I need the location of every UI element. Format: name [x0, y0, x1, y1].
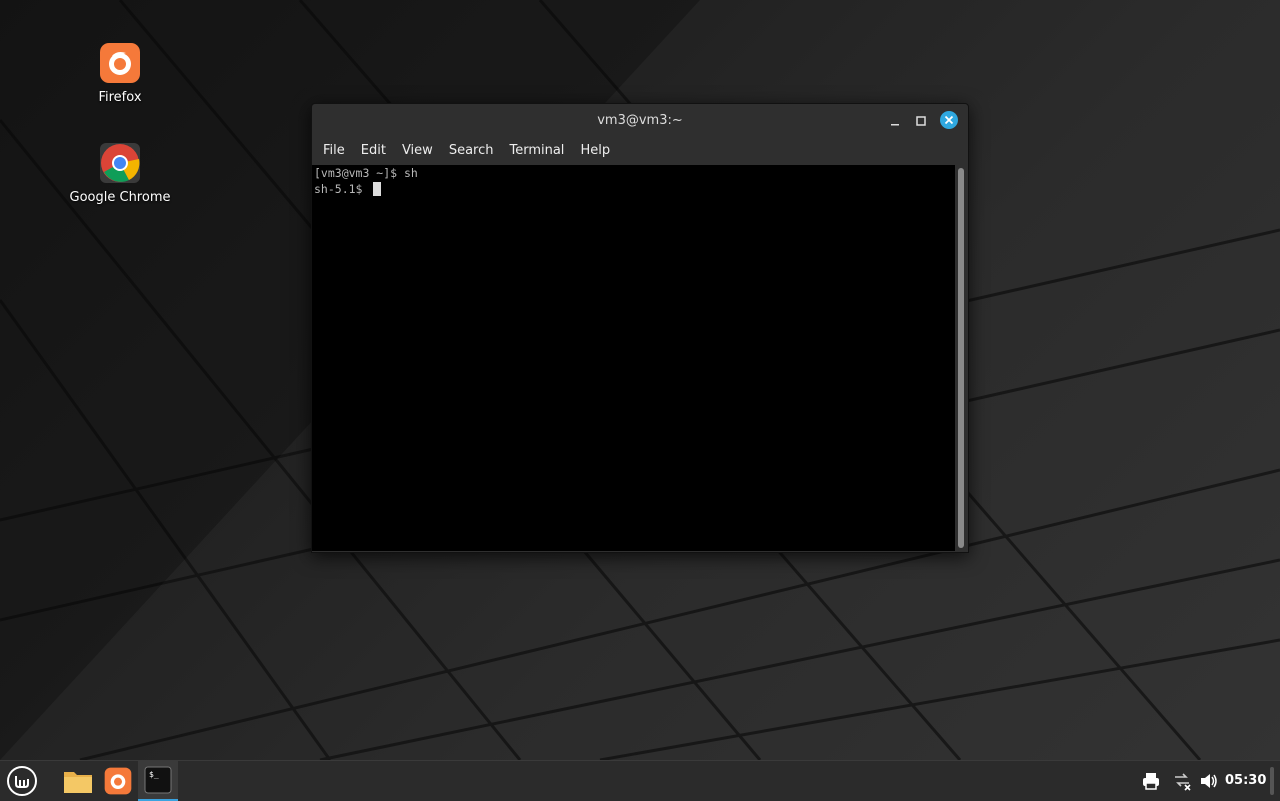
desktop-icon-firefox[interactable]: Firefox: [60, 42, 180, 105]
desktop-icon-google-chrome[interactable]: Google Chrome: [60, 142, 180, 205]
network-disconnected-icon[interactable]: [1172, 771, 1192, 791]
firefox-icon: [99, 42, 141, 84]
menu-edit[interactable]: Edit: [353, 138, 394, 164]
taskbar: $_ 05:30: [0, 760, 1280, 801]
window-titlebar[interactable]: vm3@vm3:~: [312, 104, 968, 138]
volume-icon[interactable]: [1199, 771, 1219, 791]
menu-file[interactable]: File: [315, 138, 353, 164]
desktop-background: Firefox Google Chrome vm3@vm3:~ File Edi…: [0, 0, 1280, 760]
taskbar-files-button[interactable]: [58, 761, 98, 801]
terminal-icon: $_: [144, 766, 172, 794]
text-cursor: [373, 182, 382, 196]
terminal-window: vm3@vm3:~ File Edit View Search Terminal…: [311, 103, 969, 553]
terminal-line: [vm3@vm3 ~]$ sh: [314, 166, 418, 180]
desktop-icon-label: Google Chrome: [69, 190, 171, 205]
show-desktop-button[interactable]: [1270, 767, 1274, 795]
menu-button[interactable]: [0, 761, 44, 801]
minimize-icon[interactable]: [887, 113, 903, 129]
taskbar-terminal-button[interactable]: $_: [138, 761, 178, 801]
mint-logo-icon: [7, 766, 37, 796]
folder-icon: [64, 772, 92, 793]
maximize-icon[interactable]: [913, 113, 929, 129]
terminal-output[interactable]: [vm3@vm3 ~]$ sh sh-5.1$: [312, 165, 955, 551]
terminal-prompt-line: sh-5.1$: [312, 181, 955, 197]
window-title: vm3@vm3:~: [597, 113, 683, 128]
scrollbar[interactable]: [955, 165, 967, 551]
chrome-icon: [99, 142, 141, 184]
menu-help[interactable]: Help: [572, 138, 618, 164]
menu-terminal[interactable]: Terminal: [501, 138, 572, 164]
taskbar-firefox-button[interactable]: [98, 761, 138, 801]
menu-view[interactable]: View: [394, 138, 441, 164]
desktop-icon-label: Firefox: [98, 90, 142, 105]
close-icon[interactable]: [940, 111, 958, 129]
terminal-prompt: sh-5.1$: [314, 182, 370, 196]
printer-icon[interactable]: [1141, 771, 1161, 791]
menu-bar: File Edit View Search Terminal Help: [312, 138, 968, 164]
svg-text:$_: $_: [149, 770, 159, 779]
menu-search[interactable]: Search: [441, 138, 502, 164]
scrollbar-thumb[interactable]: [958, 168, 964, 548]
firefox-icon: [104, 767, 132, 795]
clock[interactable]: 05:30: [1225, 773, 1266, 788]
